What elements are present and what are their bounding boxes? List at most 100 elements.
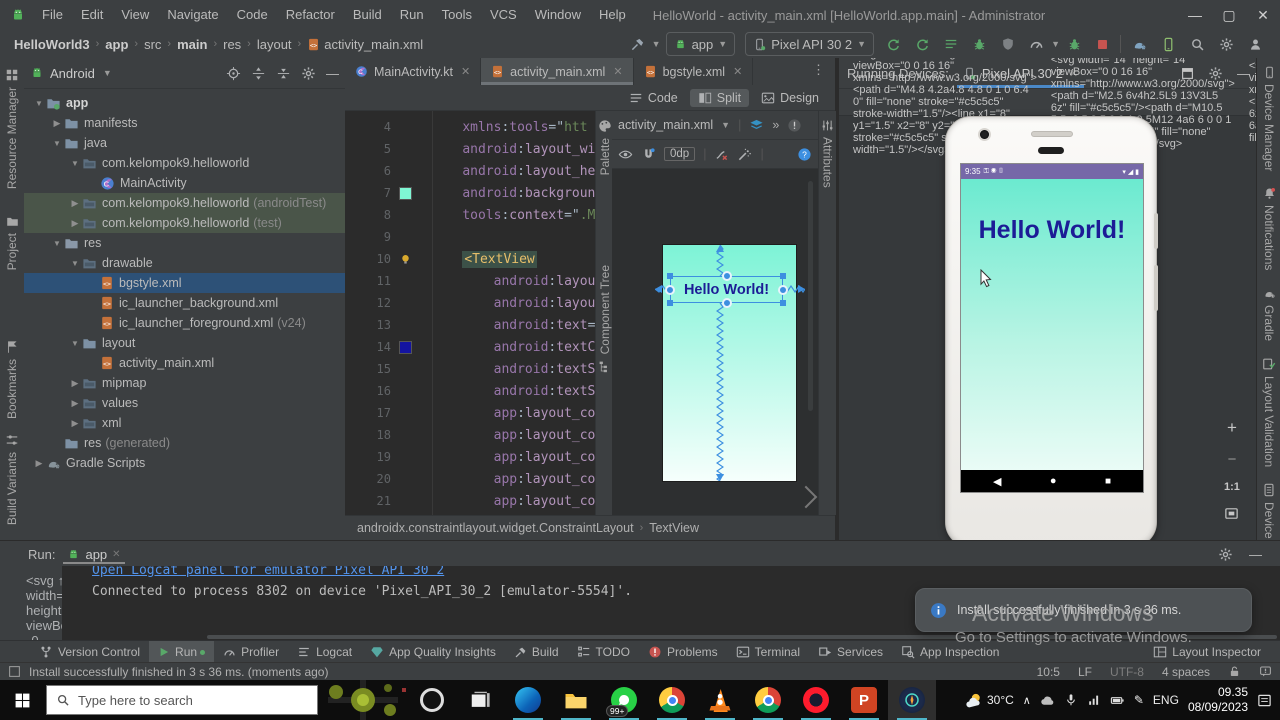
- tab-bgstyle-xml[interactable]: <> bgstyle.xml ✕: [634, 58, 754, 85]
- menu-run[interactable]: Run: [391, 0, 433, 30]
- menu-refactor[interactable]: Refactor: [277, 0, 344, 30]
- default-margin-selector[interactable]: 0dp: [664, 147, 696, 161]
- run-config-selector[interactable]: app ▼: [665, 32, 736, 56]
- tree-item-mipmap[interactable]: ▶ mipmap: [24, 373, 345, 393]
- taskbar-app-chrome[interactable]: [648, 680, 696, 720]
- toolwindow-problems[interactable]: Problems: [639, 641, 727, 663]
- menu-vcs[interactable]: VCS: [481, 0, 526, 30]
- apply-changes-icon[interactable]: [915, 37, 930, 52]
- maximize-button[interactable]: ▢: [1212, 0, 1246, 30]
- device-selector[interactable]: Pixel API 30 2 ▼: [745, 32, 875, 56]
- tree-item-bgstyle-xml[interactable]: <> bgstyle.xml: [24, 273, 345, 293]
- stop-app-icon[interactable]: [1096, 38, 1109, 51]
- attach-profiler-icon[interactable]: [1001, 37, 1015, 51]
- sidebar-tab-notifications[interactable]: Notifications: [1257, 187, 1280, 271]
- mode-split[interactable]: Split: [689, 88, 750, 107]
- tab-activity_main-xml[interactable]: <> activity_main.xml ✕: [481, 58, 634, 85]
- sidebar-tab-bookmarks[interactable]: Bookmarks: [0, 340, 24, 419]
- tree-chevron-icon[interactable]: ▼: [68, 159, 82, 168]
- menu-view[interactable]: View: [112, 0, 158, 30]
- tree-item-ic-launcher-foreground-xml[interactable]: <> ic_launcher_foreground.xml (v24): [24, 313, 345, 333]
- tray-expand-icon[interactable]: ∧: [1023, 694, 1031, 707]
- textview-selection[interactable]: Hello World!: [665, 271, 788, 308]
- tree-item-app[interactable]: ▼ app: [24, 93, 345, 113]
- design-file-selector[interactable]: activity_main.xml: [618, 118, 713, 132]
- run-tab[interactable]: app ✕: [63, 545, 124, 564]
- attributes-tab[interactable]: Attributes: [819, 119, 836, 188]
- toolwindow-run[interactable]: Run: [149, 641, 215, 663]
- palette-tab[interactable]: Palette: [596, 119, 613, 175]
- taskbar-search[interactable]: Type here to search: [46, 685, 318, 715]
- taskbar-clock[interactable]: 09.35 08/09/2023: [1188, 685, 1248, 715]
- tree-item-xml[interactable]: ▶ xml: [24, 413, 345, 433]
- tree-chevron-icon[interactable]: ▶: [68, 378, 82, 389]
- rerun-app-icon[interactable]: [886, 37, 901, 52]
- taskbar-app-edge[interactable]: [504, 680, 552, 720]
- sidebar-tab-build-variants[interactable]: Build Variants: [0, 433, 24, 526]
- sidebar-tab-device-manager[interactable]: Device Manager: [1257, 66, 1280, 171]
- toolwindow-logcat[interactable]: Logcat: [288, 641, 361, 663]
- project-view-selector[interactable]: Android: [50, 66, 95, 81]
- mode-design[interactable]: Design: [753, 89, 827, 107]
- tab-MainActivity-kt[interactable]: C MainActivity.kt ✕: [345, 58, 482, 85]
- anchor-top[interactable]: [722, 271, 732, 281]
- toolwindow-app-quality-insights[interactable]: App Quality Insights: [361, 641, 505, 663]
- microphone-icon[interactable]: [1064, 693, 1078, 707]
- emulator-screen[interactable]: 9:35 ⚿ ◉ ▯ ▾ ◢ ▮ Hello World! ◀ ● ■: [960, 163, 1144, 493]
- tree-item-com-kelompok9-helloworld[interactable]: ▶ com.kelompok9.helloworld (test): [24, 213, 345, 233]
- view-options-icon[interactable]: [618, 147, 633, 162]
- settings-icon[interactable]: [301, 66, 316, 81]
- toolwindow-todo[interactable]: TODO: [568, 641, 639, 663]
- settings-icon[interactable]: [1219, 37, 1234, 52]
- search-everywhere-icon[interactable]: [1190, 37, 1205, 52]
- tree-item-res[interactable]: res (generated): [24, 433, 345, 453]
- menu-tools[interactable]: Tools: [433, 0, 481, 30]
- indent-setting[interactable]: 4 spaces: [1162, 665, 1210, 679]
- line-ending[interactable]: LF: [1078, 665, 1092, 679]
- gradle-sync-icon[interactable]: [1132, 37, 1147, 52]
- autoconnect-icon[interactable]: [641, 147, 656, 162]
- tree-item-mainactivity[interactable]: C MainActivity: [24, 173, 345, 193]
- start-button[interactable]: [0, 680, 44, 720]
- minimize-button[interactable]: —: [1178, 0, 1212, 30]
- tree-chevron-icon[interactable]: ▶: [68, 218, 82, 229]
- collapse-all-icon[interactable]: [276, 66, 291, 81]
- menu-build[interactable]: Build: [344, 0, 391, 30]
- file-encoding[interactable]: UTF-8: [1110, 665, 1144, 679]
- tree-chevron-icon[interactable]: ▼: [68, 259, 82, 268]
- menu-file[interactable]: File: [33, 0, 72, 30]
- event-log-icon[interactable]: [1259, 665, 1272, 678]
- language-indicator[interactable]: ENG: [1153, 693, 1179, 707]
- resize-handle[interactable]: [794, 485, 818, 509]
- zoom-out-button[interactable]: −: [1228, 451, 1237, 468]
- lock-icon[interactable]: [1228, 665, 1241, 678]
- infer-constraints-icon[interactable]: [737, 147, 752, 162]
- weather-widget[interactable]: 30°C: [964, 691, 1014, 709]
- tree-item-ic-launcher-background-xml[interactable]: <> ic_launcher_background.xml: [24, 293, 345, 313]
- anchor-right[interactable]: [778, 285, 788, 295]
- gear-icon[interactable]: [1218, 547, 1233, 562]
- menu-help[interactable]: Help: [590, 0, 635, 30]
- tree-chevron-icon[interactable]: ▶: [68, 398, 82, 409]
- menu-edit[interactable]: Edit: [72, 0, 112, 30]
- tree-chevron-icon[interactable]: ▶: [68, 418, 82, 429]
- tree-chevron-icon[interactable]: ▼: [32, 99, 46, 108]
- logcat-link[interactable]: Open Logcat panel for emulator Pixel API…: [92, 566, 444, 578]
- clear-constraints-icon[interactable]: [714, 147, 729, 162]
- tab-options-icon[interactable]: ⋮: [802, 58, 835, 85]
- layout-preview-canvas[interactable]: Hello World!: [655, 245, 805, 481]
- battery-icon[interactable]: [1110, 693, 1125, 708]
- anchor-bottom[interactable]: [722, 298, 732, 308]
- component-tree-tab[interactable]: Component Tree: [596, 265, 613, 372]
- tree-item-res[interactable]: ▼ res: [24, 233, 345, 253]
- breadcrumb-item[interactable]: res: [223, 37, 241, 52]
- tree-item-com-kelompok9-helloworld[interactable]: ▼ com.kelompok9.helloworld: [24, 153, 345, 173]
- phone-overview-button[interactable]: ■: [1105, 476, 1111, 487]
- locate-icon[interactable]: [226, 66, 241, 81]
- sidebar-tab-gradle[interactable]: Gradle: [1257, 287, 1280, 341]
- tree-chevron-icon[interactable]: ▼: [50, 139, 64, 148]
- taskbar-app-task-view[interactable]: [456, 680, 504, 720]
- tree-item-activity-main-xml[interactable]: <> activity_main.xml: [24, 353, 345, 373]
- design-scrollbar[interactable]: [808, 181, 813, 411]
- tree-chevron-icon[interactable]: ▶: [50, 118, 64, 129]
